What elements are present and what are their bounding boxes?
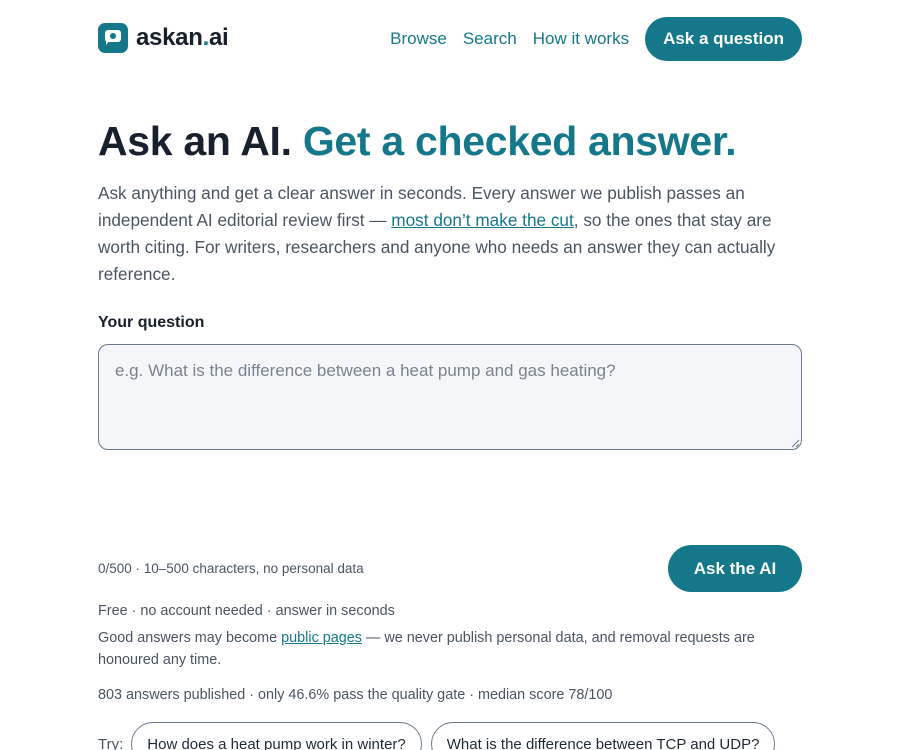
suggestion-chip[interactable]: What is the difference between TCP and U… bbox=[430, 722, 776, 750]
page-title: Ask an AI. Get a checked answer. bbox=[98, 118, 737, 165]
try-label: Try: bbox=[98, 736, 124, 750]
suggestion-chips: Try: How does a heat pump work in winter… bbox=[98, 722, 784, 750]
main-nav: Browse Search How it works Ask a questio… bbox=[390, 16, 802, 62]
site-header: askan.ai Browse Search How it works Ask … bbox=[98, 16, 802, 62]
chat-bubble-logo-icon bbox=[98, 23, 128, 53]
intro-paragraph: Ask anything and get a clear answer in s… bbox=[98, 180, 802, 288]
publishing-notice-before: Good answers may become bbox=[98, 630, 282, 646]
page-title-accent: Get a checked answer. bbox=[302, 118, 737, 164]
question-input[interactable] bbox=[98, 344, 802, 450]
nav-how-it-works-link[interactable]: How it works bbox=[533, 29, 629, 49]
stats-line: 803 answers published · only 46.6% pass … bbox=[98, 687, 613, 703]
site-logo[interactable]: askan.ai bbox=[98, 23, 229, 53]
nav-search-link[interactable]: Search bbox=[463, 29, 517, 49]
ask-the-ai-button[interactable]: Ask the AI bbox=[668, 545, 802, 592]
character-counter: 0/500 · 10–500 characters, no personal d… bbox=[98, 561, 364, 576]
suggestion-chip[interactable]: How does a heat pump work in winter? bbox=[131, 722, 422, 750]
logo-text: askan.ai bbox=[136, 24, 229, 52]
public-pages-link[interactable]: public pages bbox=[281, 630, 362, 646]
question-label: Your question bbox=[98, 314, 205, 331]
publishing-notice: Good answers may become public pages — w… bbox=[98, 627, 802, 671]
nav-browse-link[interactable]: Browse bbox=[390, 29, 447, 49]
logo-text-tld: ai bbox=[208, 24, 229, 51]
free-info-line: Free · no account needed · answer in sec… bbox=[98, 603, 395, 619]
ask-a-question-button[interactable]: Ask a question bbox=[645, 17, 802, 61]
page-title-plain: Ask an AI. bbox=[98, 118, 292, 164]
resize-grip-icon[interactable] bbox=[790, 438, 800, 448]
logo-text-main: askan bbox=[136, 24, 203, 51]
most-dont-make-the-cut-link[interactable]: most don’t make the cut bbox=[391, 210, 573, 230]
